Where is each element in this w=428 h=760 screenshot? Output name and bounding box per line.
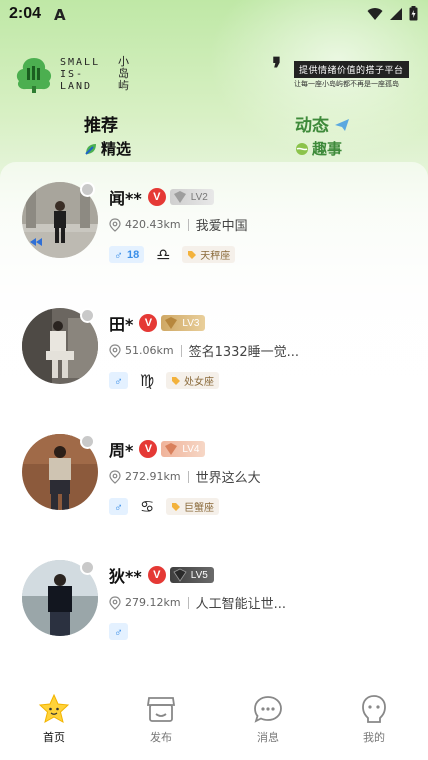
signature: 人工智能让世... bbox=[195, 597, 286, 612]
star-home-icon bbox=[38, 694, 70, 723]
shield-icon bbox=[165, 317, 178, 329]
libra-icon: ♎ bbox=[156, 245, 171, 264]
online-status-dot bbox=[80, 308, 95, 323]
virgo-icon: ♍ bbox=[139, 371, 155, 390]
nav-messages-label: 消息 bbox=[257, 731, 279, 744]
wifi-icon bbox=[367, 7, 383, 20]
user-name: 闻** bbox=[109, 189, 142, 208]
divider bbox=[180, 344, 182, 357]
logo-english-text: SMALL IS- LAND bbox=[60, 57, 101, 92]
vip-badge: V bbox=[139, 314, 158, 332]
user-card[interactable]: 周* V LV4 272.91km 世界这么大 ♂ ♋ 巨蟹座 bbox=[0, 434, 428, 544]
divider bbox=[187, 470, 189, 483]
app-logo: SMALL IS- LAND 小岛屿 bbox=[14, 56, 144, 96]
user-name: 田* bbox=[109, 315, 134, 334]
battery-icon bbox=[409, 6, 418, 21]
distance: 51.06km bbox=[125, 344, 174, 357]
male-icon: ♂ bbox=[114, 499, 123, 514]
tab-recommend[interactable]: 推荐 精选 bbox=[84, 111, 131, 159]
tag-icon bbox=[188, 250, 197, 259]
logo-chinese-text: 小岛屿 bbox=[118, 55, 129, 92]
user-card[interactable]: 田* V LV3 51.06km 签名1332睡一觉... ♂ ♍ 处女座 bbox=[0, 308, 428, 418]
nav-publish-label: 发布 bbox=[150, 731, 172, 744]
user-card[interactable]: 狄** V LV5 279.12km 人工智能让世... ♂ bbox=[0, 560, 428, 670]
tab-recommend-sublabel: 精选 bbox=[101, 140, 132, 158]
nav-mine-label: 我的 bbox=[363, 731, 385, 744]
shield-icon bbox=[165, 443, 178, 455]
status-icons bbox=[367, 6, 418, 21]
cancer-icon: ♋ bbox=[139, 497, 155, 516]
online-status-dot bbox=[80, 560, 95, 575]
shield-icon bbox=[173, 191, 186, 203]
online-status-dot bbox=[80, 182, 95, 197]
distance: 272.91km bbox=[125, 470, 181, 483]
male-icon: ♂ bbox=[114, 624, 123, 639]
user-list[interactable]: 闻** V LV2 420.43km 我爱中国 ♂ 18 ♎ 天秤座 田* V … bbox=[0, 162, 428, 682]
store-icon bbox=[146, 697, 176, 722]
profile-face-icon bbox=[362, 695, 386, 723]
leaf-icon bbox=[85, 143, 96, 155]
level-badge: LV3 bbox=[161, 315, 206, 331]
location-pin-icon bbox=[109, 217, 121, 232]
location-pin-icon bbox=[109, 469, 121, 484]
tab-recommend-label: 推荐 bbox=[84, 116, 118, 136]
nav-mine[interactable]: 我的 bbox=[344, 694, 404, 745]
male-icon: ♂ bbox=[114, 247, 123, 262]
divider bbox=[187, 596, 189, 609]
slogan-sub: 让每一座小岛屿都不再是一座孤岛 bbox=[294, 80, 399, 88]
tab-dynamic-label: 动态 bbox=[295, 116, 329, 136]
app-notification-icon: A bbox=[54, 6, 66, 24]
gender-tag: ♂ bbox=[109, 372, 128, 389]
location-pin-icon bbox=[109, 595, 121, 610]
quote-mark-icon: ❜ bbox=[272, 52, 282, 87]
slogan-main: 提供情绪价值的搭子平台 bbox=[294, 61, 409, 78]
shield-icon bbox=[173, 568, 187, 582]
signature: 我爱中国 bbox=[195, 219, 248, 234]
zodiac-tag: 巨蟹座 bbox=[166, 498, 219, 515]
gender-tag: ♂ bbox=[109, 498, 128, 515]
signature: 世界这么大 bbox=[195, 471, 261, 486]
vip-badge: V bbox=[147, 188, 166, 206]
status-time: 2:04 bbox=[9, 5, 42, 22]
slogan: ❜ 提供情绪价值的搭子平台 让每一座小岛屿都不再是一座孤岛 bbox=[272, 52, 412, 94]
tag-icon bbox=[172, 376, 180, 385]
user-name: 狄** bbox=[109, 567, 142, 586]
distance: 420.43km bbox=[125, 218, 181, 231]
gender-tag: ♂ bbox=[109, 623, 128, 640]
bottom-nav: 首页 发布 消息 我的 bbox=[0, 682, 428, 760]
distance: 279.12km bbox=[125, 596, 181, 609]
signature: 签名1332睡一觉... bbox=[188, 345, 300, 360]
user-name: 周* bbox=[109, 441, 134, 460]
status-bar: 2:04 A bbox=[0, 0, 428, 30]
tab-dynamic-sublabel: 趣事 bbox=[312, 140, 343, 158]
user-card[interactable]: 闻** V LV2 420.43km 我爱中国 ♂ 18 ♎ 天秤座 bbox=[0, 182, 428, 292]
zodiac-tag: 处女座 bbox=[166, 372, 219, 389]
tag-icon bbox=[172, 502, 180, 511]
globe-icon bbox=[296, 142, 308, 155]
nav-messages[interactable]: 消息 bbox=[238, 694, 298, 745]
vip-badge: V bbox=[147, 566, 166, 584]
signal-icon bbox=[390, 7, 402, 20]
paper-plane-icon bbox=[334, 119, 349, 131]
nav-home[interactable]: 首页 bbox=[24, 694, 84, 745]
vip-badge: V bbox=[139, 440, 158, 458]
nav-home-label: 首页 bbox=[43, 731, 65, 744]
zodiac-tag: 天秤座 bbox=[182, 246, 236, 263]
tree-logo-icon bbox=[16, 58, 52, 93]
male-icon: ♂ bbox=[114, 373, 123, 388]
divider bbox=[187, 218, 189, 231]
level-badge: LV5 bbox=[169, 567, 214, 583]
tab-dynamic[interactable]: 动态 趣事 bbox=[295, 111, 349, 159]
online-status-dot bbox=[80, 434, 95, 449]
level-badge: LV2 bbox=[169, 189, 214, 205]
chat-bubble-icon bbox=[254, 696, 282, 723]
location-pin-icon bbox=[109, 343, 121, 358]
level-badge: LV4 bbox=[161, 441, 206, 457]
nav-publish[interactable]: 发布 bbox=[131, 694, 191, 745]
gender-tag: ♂ 18 bbox=[109, 246, 145, 263]
age: 18 bbox=[127, 248, 140, 261]
